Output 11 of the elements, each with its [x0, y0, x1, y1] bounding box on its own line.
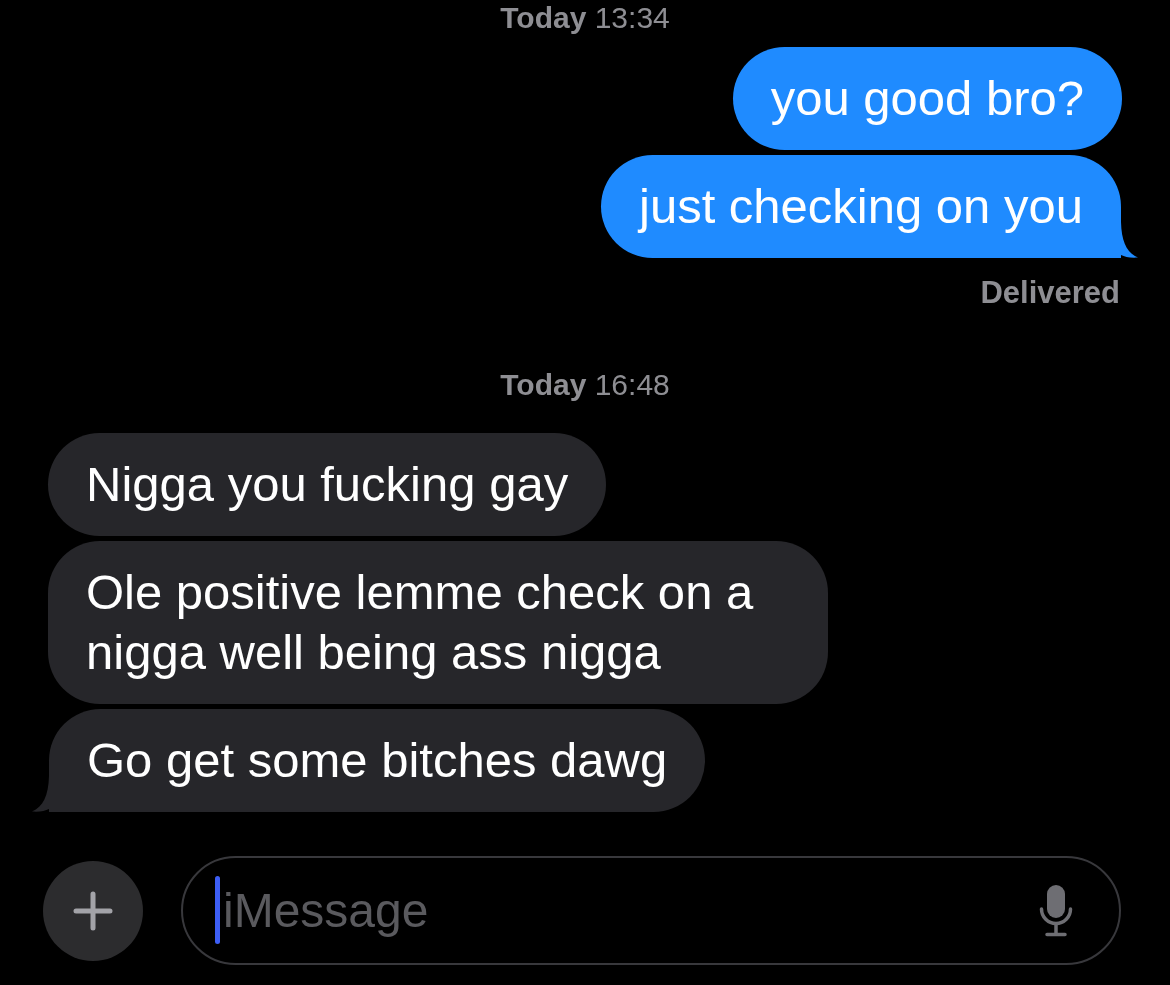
delivery-status: Delivered: [980, 274, 1120, 312]
message-bubble: Go get some bitches dawg: [49, 709, 706, 812]
message-bubble: just checking on you: [601, 155, 1121, 258]
microphone-icon[interactable]: [1039, 885, 1073, 937]
timestamp: Today 16:48: [500, 367, 670, 403]
timestamp: Today 13:34: [500, 0, 670, 36]
message-bubble: Ole positive lemme check on a nigga well being ass nigga: [48, 541, 828, 704]
plus-icon: [73, 890, 113, 931]
message-input-field[interactable]: iMessage: [181, 856, 1121, 965]
message-bubble: Nigga you fucking gay: [48, 433, 607, 536]
message-bubble: you good bro?: [732, 47, 1122, 150]
